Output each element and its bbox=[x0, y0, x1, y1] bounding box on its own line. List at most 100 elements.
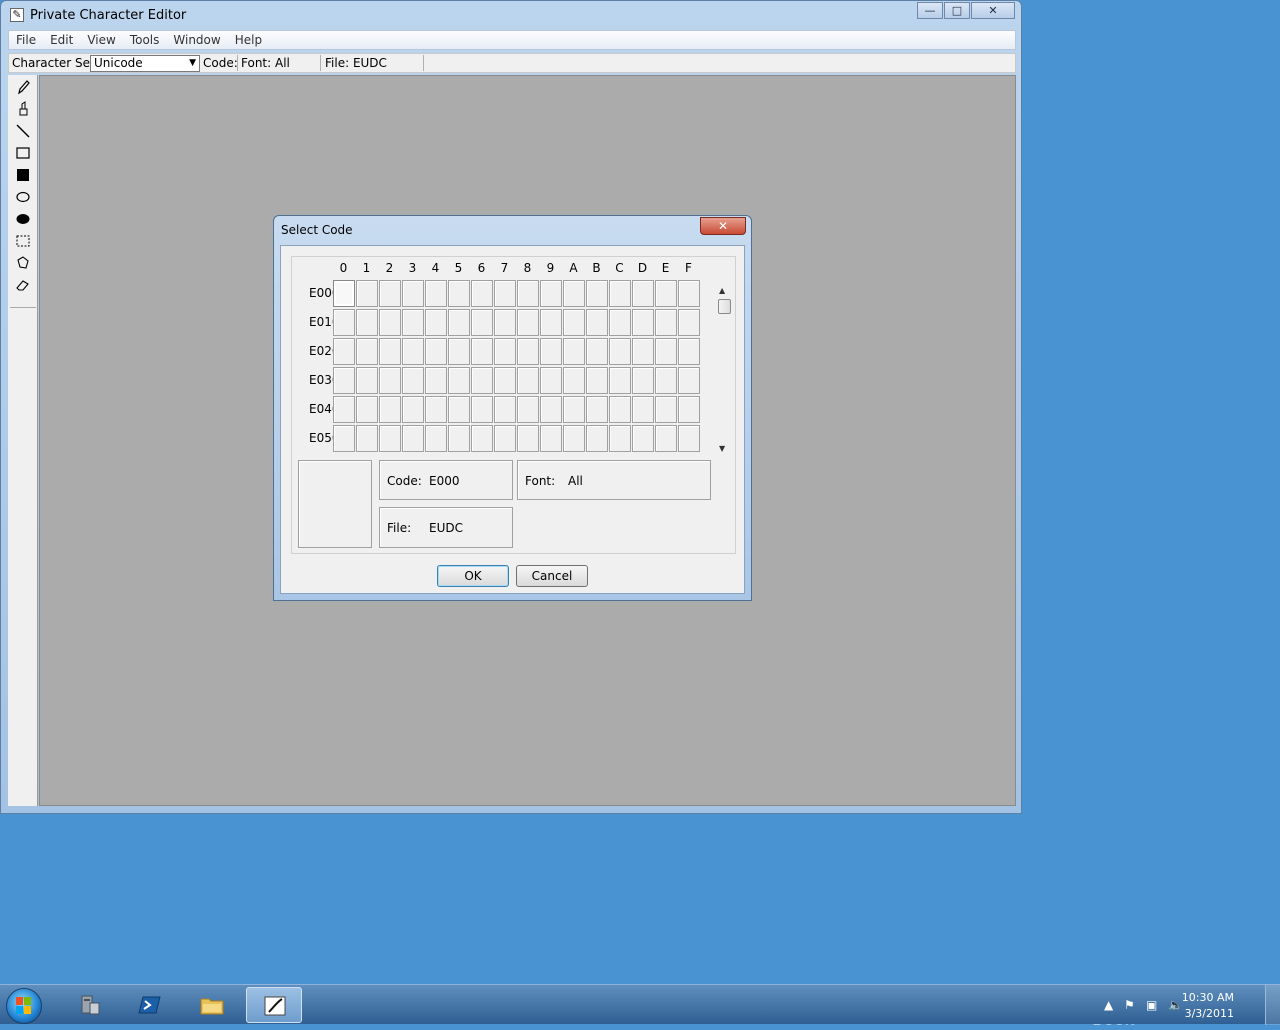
code-cell[interactable] bbox=[402, 280, 424, 307]
code-cell[interactable] bbox=[609, 338, 631, 365]
rectangular-selection-icon[interactable] bbox=[12, 233, 34, 253]
menu-help[interactable]: Help bbox=[228, 33, 269, 47]
code-cell[interactable] bbox=[632, 280, 654, 307]
code-cell[interactable] bbox=[655, 338, 677, 365]
clock-time[interactable]: 10:30 AM bbox=[1182, 991, 1234, 1004]
code-cell[interactable] bbox=[586, 425, 608, 452]
code-cell[interactable] bbox=[678, 338, 700, 365]
code-cell[interactable] bbox=[494, 338, 516, 365]
code-cell[interactable] bbox=[678, 280, 700, 307]
code-cell[interactable] bbox=[448, 396, 470, 423]
code-cell[interactable] bbox=[517, 425, 539, 452]
hollow-rectangle-icon[interactable] bbox=[12, 145, 34, 165]
dialog-close-button[interactable]: ✕ bbox=[700, 217, 746, 235]
code-cell[interactable] bbox=[402, 338, 424, 365]
menu-file[interactable]: File bbox=[9, 33, 43, 47]
code-cell[interactable] bbox=[425, 425, 447, 452]
code-cell[interactable] bbox=[333, 338, 355, 365]
code-cell[interactable] bbox=[471, 338, 493, 365]
code-cell[interactable] bbox=[540, 338, 562, 365]
taskbar-powershell[interactable] bbox=[122, 987, 178, 1023]
code-cell[interactable] bbox=[356, 309, 378, 336]
code-cell[interactable] bbox=[540, 280, 562, 307]
code-cell[interactable] bbox=[471, 396, 493, 423]
code-cell[interactable] bbox=[678, 425, 700, 452]
code-cell[interactable] bbox=[517, 280, 539, 307]
brush-icon[interactable] bbox=[12, 101, 34, 121]
code-cell[interactable] bbox=[333, 280, 355, 307]
code-cell[interactable] bbox=[494, 396, 516, 423]
code-cell[interactable] bbox=[448, 309, 470, 336]
code-cell[interactable] bbox=[379, 425, 401, 452]
code-cell[interactable] bbox=[586, 280, 608, 307]
code-cell[interactable] bbox=[471, 367, 493, 394]
scroll-up-icon[interactable]: ▲ bbox=[719, 286, 725, 295]
code-cell[interactable] bbox=[425, 367, 447, 394]
code-cell[interactable] bbox=[379, 396, 401, 423]
network-icon[interactable]: ▣ bbox=[1146, 998, 1157, 1012]
clock-date[interactable]: 3/3/2011 bbox=[1185, 1007, 1234, 1020]
menu-edit[interactable]: Edit bbox=[43, 33, 80, 47]
code-cell[interactable] bbox=[517, 309, 539, 336]
code-cell[interactable] bbox=[517, 396, 539, 423]
code-cell[interactable] bbox=[586, 338, 608, 365]
action-center-flag-icon[interactable]: ⚑ bbox=[1124, 998, 1135, 1012]
filled-rectangle-icon[interactable] bbox=[12, 167, 34, 187]
eraser-icon[interactable] bbox=[12, 277, 34, 297]
code-cell[interactable] bbox=[586, 396, 608, 423]
code-cell[interactable] bbox=[333, 309, 355, 336]
maximize-button[interactable]: □ bbox=[944, 2, 970, 19]
code-cell[interactable] bbox=[632, 309, 654, 336]
code-cell[interactable] bbox=[356, 367, 378, 394]
code-cell[interactable] bbox=[402, 425, 424, 452]
code-cell[interactable] bbox=[655, 309, 677, 336]
code-cell[interactable] bbox=[655, 367, 677, 394]
vertical-scrollbar[interactable]: ▲ ▼ bbox=[715, 286, 733, 453]
code-cell[interactable] bbox=[517, 367, 539, 394]
code-cell[interactable] bbox=[379, 367, 401, 394]
freeform-selection-icon[interactable] bbox=[12, 255, 34, 275]
code-cell[interactable] bbox=[540, 367, 562, 394]
code-cell[interactable] bbox=[356, 280, 378, 307]
filled-ellipse-icon[interactable] bbox=[12, 211, 34, 231]
show-desktop-button[interactable] bbox=[1265, 985, 1280, 1025]
code-cell[interactable] bbox=[333, 396, 355, 423]
code-cell[interactable] bbox=[632, 396, 654, 423]
code-cell[interactable] bbox=[655, 396, 677, 423]
code-cell[interactable] bbox=[494, 425, 516, 452]
code-cell[interactable] bbox=[425, 396, 447, 423]
code-cell[interactable] bbox=[517, 338, 539, 365]
code-cell[interactable] bbox=[655, 280, 677, 307]
menu-window[interactable]: Window bbox=[166, 33, 227, 47]
cancel-button[interactable]: Cancel bbox=[516, 565, 588, 587]
code-cell[interactable] bbox=[402, 367, 424, 394]
code-cell[interactable] bbox=[540, 396, 562, 423]
code-cell[interactable] bbox=[563, 280, 585, 307]
code-cell[interactable] bbox=[632, 338, 654, 365]
code-cell[interactable] bbox=[540, 309, 562, 336]
scroll-thumb[interactable] bbox=[718, 299, 731, 314]
scroll-down-icon[interactable]: ▼ bbox=[719, 444, 725, 453]
code-cell[interactable] bbox=[448, 280, 470, 307]
code-cell[interactable] bbox=[609, 425, 631, 452]
start-button[interactable] bbox=[6, 988, 42, 1024]
close-button[interactable]: ✕ bbox=[971, 2, 1015, 19]
code-cell[interactable] bbox=[448, 367, 470, 394]
volume-icon[interactable]: 🔈 bbox=[1168, 998, 1183, 1012]
code-cell[interactable] bbox=[471, 280, 493, 307]
code-cell[interactable] bbox=[563, 425, 585, 452]
code-cell[interactable] bbox=[448, 425, 470, 452]
code-cell[interactable] bbox=[494, 367, 516, 394]
title-bar[interactable]: ✎ Private Character Editor — □ ✕ bbox=[1, 1, 1021, 29]
code-cell[interactable] bbox=[379, 338, 401, 365]
pencil-icon[interactable] bbox=[12, 79, 34, 99]
code-cell[interactable] bbox=[379, 280, 401, 307]
code-cell[interactable] bbox=[425, 280, 447, 307]
minimize-button[interactable]: — bbox=[917, 2, 943, 19]
taskbar-private-character-editor[interactable] bbox=[246, 987, 302, 1023]
code-cell[interactable] bbox=[586, 309, 608, 336]
code-cell[interactable] bbox=[563, 396, 585, 423]
code-cell[interactable] bbox=[609, 396, 631, 423]
code-cell[interactable] bbox=[678, 367, 700, 394]
code-cell[interactable] bbox=[609, 309, 631, 336]
